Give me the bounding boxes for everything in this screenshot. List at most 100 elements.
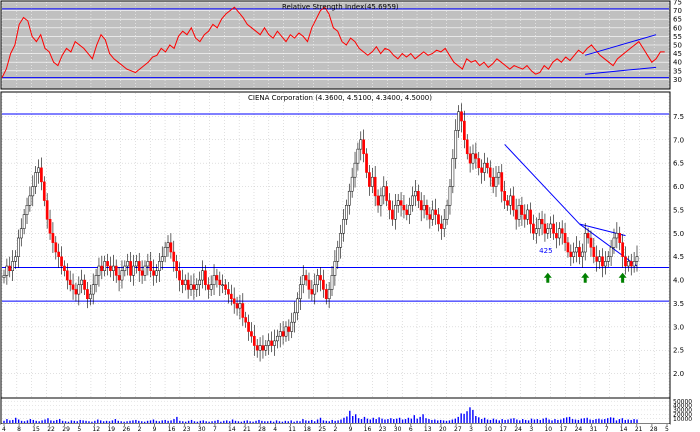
volume-bar <box>143 421 146 423</box>
candle-body <box>552 223 555 234</box>
x-day-label: 20 <box>439 426 447 432</box>
volume-bar <box>460 413 462 423</box>
candle-body <box>598 256 601 262</box>
volume-bar <box>275 420 278 423</box>
volume-bar <box>38 421 40 423</box>
volume-bar <box>560 419 562 423</box>
candle-body <box>451 158 455 187</box>
candle-body <box>299 284 302 300</box>
candle-body <box>235 303 239 309</box>
volume-bar <box>123 421 125 423</box>
x-day-label: 13 <box>424 426 432 432</box>
volume-bar <box>120 421 122 423</box>
candle-body <box>60 256 63 267</box>
candle-body <box>388 200 391 211</box>
candle-body <box>339 233 342 248</box>
candle-body <box>322 279 325 290</box>
candle-body <box>534 228 538 234</box>
candle-body <box>569 251 573 257</box>
volume-y-axis: 1000020000300004000050000 <box>673 398 692 422</box>
rsi-tick-label: 60 <box>673 24 682 32</box>
volume-bar <box>76 421 78 423</box>
volume-bar <box>293 421 295 423</box>
volume-bar <box>231 419 234 423</box>
candle-body <box>313 284 317 295</box>
candle-body <box>8 265 12 271</box>
candle-body <box>396 200 400 206</box>
candle-body <box>103 261 107 271</box>
volume-bar <box>498 420 500 423</box>
candle-body <box>123 265 127 271</box>
candle-body <box>411 195 414 206</box>
candle-body <box>132 265 135 276</box>
volume-bar <box>126 421 128 423</box>
volume-bar <box>428 419 430 423</box>
volume-bar <box>419 416 421 423</box>
candle-body <box>618 233 622 243</box>
volume-bar <box>475 416 477 423</box>
candle-body <box>480 167 483 173</box>
volume-bar <box>158 421 161 423</box>
candle-body <box>345 204 348 220</box>
candle-body <box>563 233 567 243</box>
volume-bar <box>527 420 530 423</box>
candle-body <box>483 162 486 173</box>
volume-bar <box>199 420 202 423</box>
volume-bar <box>554 419 556 423</box>
volume-bar <box>630 419 632 423</box>
rsi-tick-label: 70 <box>673 7 682 15</box>
chart-canvas: 30354045505560657075 Relative Strength I… <box>0 0 692 432</box>
volume-bar <box>398 417 401 423</box>
volume-bar <box>234 420 237 423</box>
candle-body <box>566 242 570 253</box>
volume-bar <box>557 419 559 423</box>
volume-bar <box>574 419 577 423</box>
candle-body <box>439 223 443 229</box>
volume-bar <box>489 419 492 423</box>
candle-body <box>5 265 9 276</box>
candle-body <box>327 289 331 300</box>
candle-body <box>621 242 624 257</box>
price-tick-label: 2.0 <box>673 370 684 378</box>
volume-bar <box>624 419 626 423</box>
candle-body <box>201 270 204 281</box>
x-day-label: 9 <box>153 426 157 432</box>
volume-bar <box>53 420 55 423</box>
volume-bar <box>237 421 240 423</box>
candle-body <box>310 289 314 295</box>
volume-bar <box>328 421 330 423</box>
volume-bar <box>226 420 228 423</box>
candle-body <box>224 284 227 290</box>
volume-bar <box>278 421 281 423</box>
volume-bar <box>366 418 369 423</box>
candle-body <box>376 195 380 206</box>
candle-body <box>416 190 420 201</box>
volume-bar <box>249 421 251 423</box>
volume-bar <box>580 418 583 423</box>
volume-bar <box>208 421 210 423</box>
candle-body <box>252 335 256 346</box>
volume-bar <box>522 419 524 423</box>
price-tick-label: 2.5 <box>673 347 684 355</box>
candle-body <box>370 176 374 187</box>
volume-bar <box>413 415 415 423</box>
volume-bar <box>507 419 509 423</box>
candle-body <box>319 275 322 281</box>
volume-bar <box>305 420 307 423</box>
volume-bar <box>173 419 175 423</box>
volume-bar <box>357 418 360 423</box>
volume-bar <box>141 421 143 423</box>
candle-body <box>488 167 492 178</box>
candle-body <box>40 167 43 183</box>
candle-body <box>460 111 463 122</box>
volume-bar <box>243 420 246 423</box>
candle-body <box>624 256 627 267</box>
x-day-label: 12 <box>92 426 100 432</box>
candle-body <box>204 270 207 286</box>
volume-bar <box>79 419 81 423</box>
candle-body <box>454 130 458 159</box>
volume-bar <box>246 420 248 423</box>
volume-bar <box>296 420 298 423</box>
candle-body <box>281 331 285 337</box>
candle-body <box>586 233 590 239</box>
